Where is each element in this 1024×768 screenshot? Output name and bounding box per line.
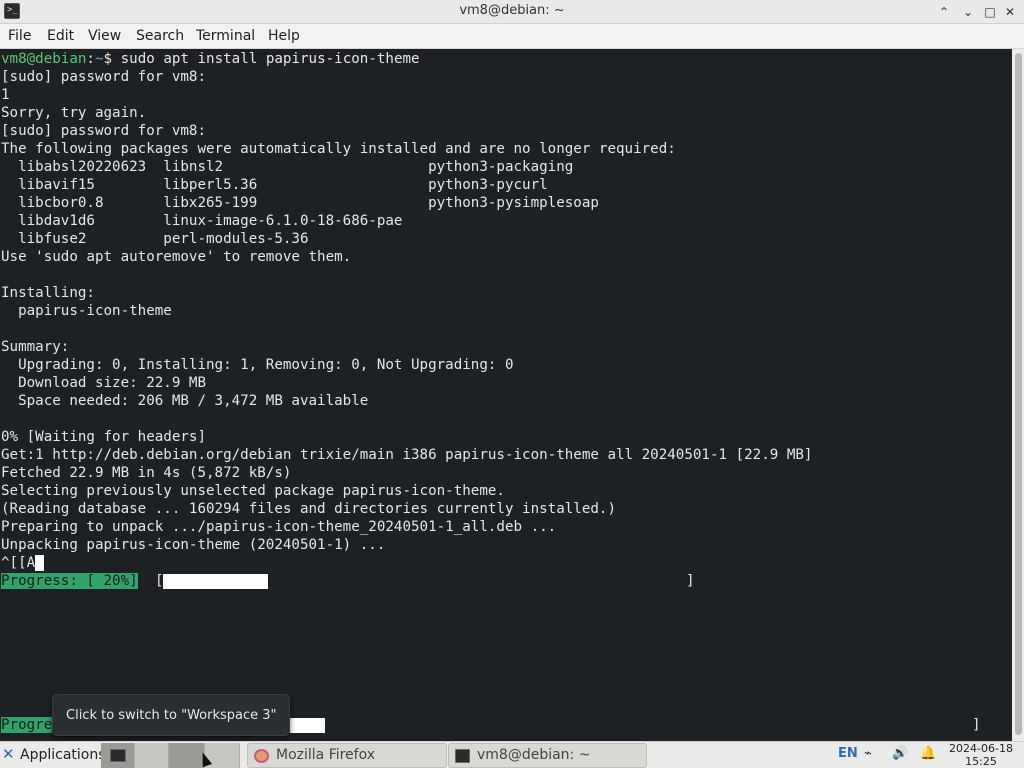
taskbar: ✕ Applications Mozilla Firefox vm8@debian…: [0, 741, 1024, 768]
output-line: libavif15 libperl5.36 python3-pycurl: [1, 177, 548, 193]
output-line: libfuse2 perl-modules-5.36: [1, 231, 309, 247]
bottom-progress-line: Progre: [1, 716, 53, 734]
terminal-scrollbar[interactable]: [1012, 49, 1024, 741]
progress-label: Progress: [ 20%]: [1, 573, 138, 589]
output-line: Get:1 http://deb.debian.org/debian trixi…: [1, 447, 813, 463]
prompt-separator: :: [86, 51, 95, 67]
notification-bell-icon[interactable]: 🔔: [920, 746, 936, 761]
task-firefox[interactable]: Mozilla Firefox: [247, 743, 447, 768]
output-line: Fetched 22.9 MB in 4s (5,872 kB/s): [1, 465, 292, 481]
window-title: vm8@debian: ~: [459, 3, 565, 18]
terminal-output[interactable]: vm8@debian:~$ sudo apt install papirus-i…: [0, 49, 1012, 741]
task-terminal-label: vm8@debian: ~: [477, 747, 591, 763]
menu-terminal[interactable]: Terminal: [196, 28, 255, 44]
clock-date: 2024-06-18: [949, 742, 1013, 755]
output-line: (Reading database ... 160294 files and d…: [1, 501, 616, 517]
installing-package-line: papirus-icon-theme: [1, 303, 172, 319]
menu-view[interactable]: View: [88, 28, 121, 44]
menu-search[interactable]: Search: [136, 28, 184, 44]
output-line: Unpacking papirus-icon-theme (20240501-1…: [1, 537, 386, 553]
firefox-icon: [254, 749, 269, 763]
output-line: libabsl20220623 libnsl2 python3-packagin…: [1, 159, 574, 175]
menu-help[interactable]: Help: [268, 28, 300, 44]
bottom-progress-bar-fill: [290, 718, 325, 733]
menu-edit[interactable]: Edit: [47, 28, 74, 44]
bottom-progress-label: Progre: [1, 717, 53, 733]
menu-file[interactable]: File: [8, 28, 31, 44]
terminal-mini-icon: [110, 749, 126, 762]
progress-line: Progress: [ 20%]: [1, 572, 138, 590]
output-line: Upgrading: 0, Installing: 1, Removing: 0…: [1, 357, 514, 373]
applications-menu-button[interactable]: ✕ Applications: [2, 745, 106, 767]
output-line: [sudo] password for vm8:: [1, 123, 206, 139]
escape-sequence-line: ^[[A: [1, 554, 44, 572]
waiting-headers-line: 0% [Waiting for headers]: [1, 429, 206, 445]
output-line: [sudo] password for vm8:: [1, 69, 206, 85]
output-line: libdav1d6 linux-image-6.1.0-18-686-pae: [1, 213, 403, 229]
progress-bar-close: ]: [686, 573, 695, 589]
progress-bar-fill: [163, 574, 268, 589]
close-button[interactable]: ✕: [1000, 2, 1020, 22]
volume-icon[interactable]: 🔊: [892, 746, 908, 761]
task-terminal[interactable]: vm8@debian: ~: [448, 743, 647, 768]
maximize-button[interactable]: □: [980, 2, 1000, 22]
window-titlebar: >_ vm8@debian: ~ ⌃ ⌄ □ ✕: [0, 0, 1024, 24]
scrollbar-thumb[interactable]: [1015, 53, 1022, 735]
command-text: sudo apt install papirus-icon-theme: [120, 51, 420, 67]
prompt-user: vm8@debian: [1, 51, 87, 67]
clock[interactable]: 2024-06-18 15:25: [946, 742, 1016, 768]
keyboard-layout-indicator[interactable]: EN: [838, 746, 858, 761]
output-line: The following packages were automaticall…: [1, 141, 676, 157]
output-line: Space needed: 206 MB / 3,472 MB availabl…: [1, 393, 369, 409]
minimize-button[interactable]: ⌃: [934, 2, 954, 22]
output-line: Selecting previously unselected package …: [1, 483, 505, 499]
prompt-line: vm8@debian:~$ sudo apt install papirus-i…: [1, 50, 420, 68]
prompt-symbol: $: [103, 51, 121, 67]
output-line: Installing:: [1, 285, 95, 301]
output-line: Use 'sudo apt autoremove' to remove them…: [1, 249, 352, 265]
escape-text: ^[[A: [1, 555, 36, 571]
terminal-icon: [455, 749, 470, 763]
restore-button[interactable]: ⌄: [958, 2, 978, 22]
xfce-logo-icon: ✕: [2, 745, 15, 763]
output-line: Download size: 22.9 MB: [1, 375, 206, 391]
output-line: Sorry, try again.: [1, 105, 147, 121]
text-cursor: [35, 555, 44, 571]
clock-time: 15:25: [965, 755, 997, 768]
prompt-path: ~: [94, 51, 104, 67]
task-firefox-label: Mozilla Firefox: [276, 747, 376, 763]
output-line: Summary:: [1, 339, 70, 355]
menu-bar: File Edit View Search Terminal Help: [0, 24, 1024, 49]
network-icon[interactable]: ⌁: [864, 746, 872, 761]
output-line: libcbor0.8 libx265-199 python3-pysimples…: [1, 195, 599, 211]
workspace-tooltip: Click to switch to "Workspace 3": [52, 694, 290, 736]
workspace-1[interactable]: [101, 743, 135, 768]
workspace-2[interactable]: [135, 743, 169, 768]
applications-label: Applications: [20, 747, 106, 763]
output-line: Preparing to unpack .../papirus-icon-the…: [1, 519, 557, 535]
output-line: 1: [1, 87, 10, 103]
bottom-progress-bar-close: ]: [972, 717, 981, 733]
